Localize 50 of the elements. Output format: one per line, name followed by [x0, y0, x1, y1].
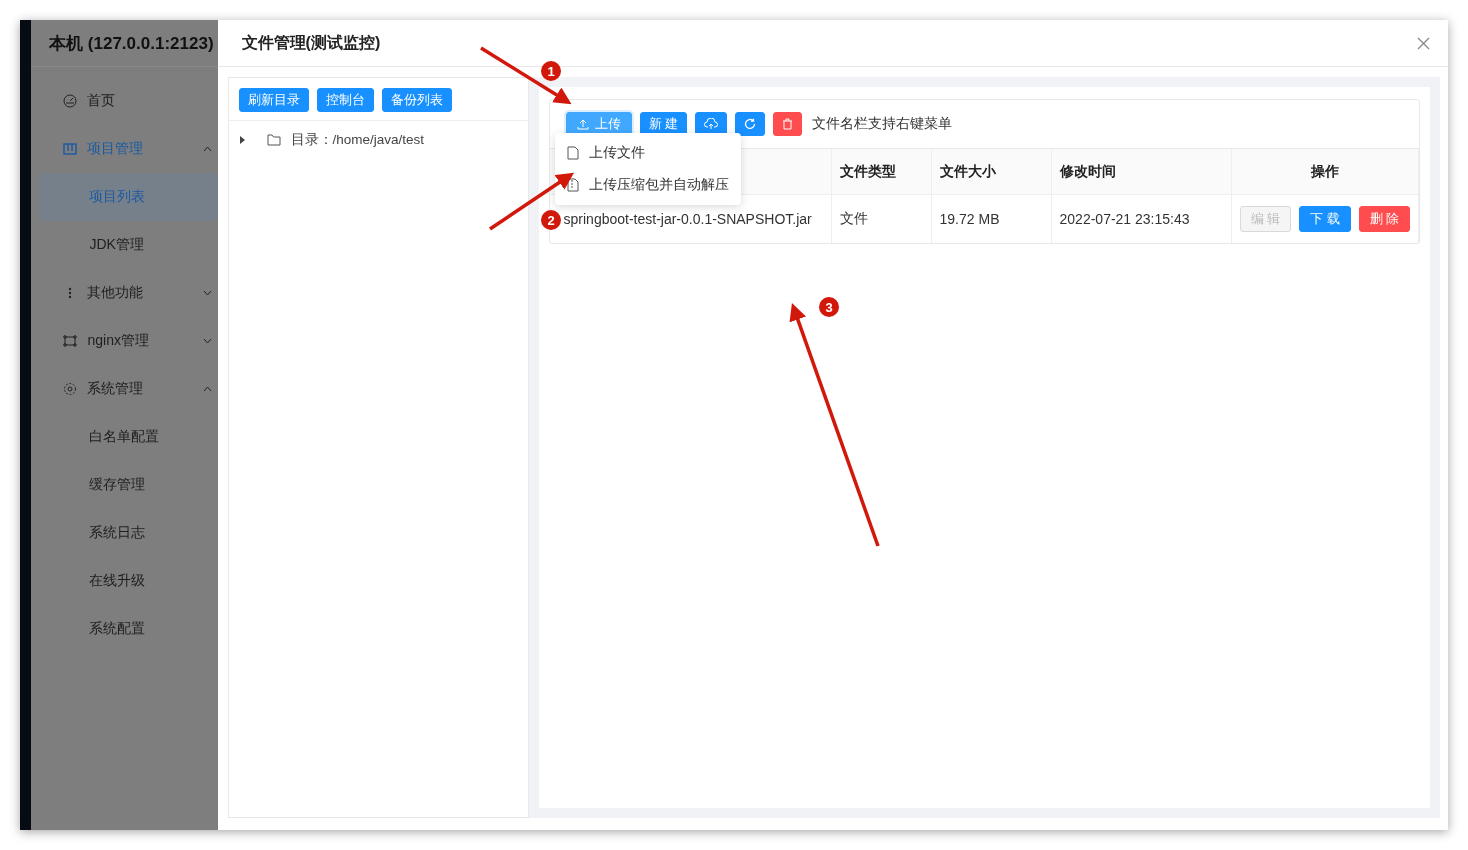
hint-text: 文件名栏支持右键菜单 [812, 115, 953, 133]
toolbar-button[interactable]: 刷新目录 [238, 88, 309, 112]
icon-button[interactable] [695, 112, 728, 136]
submenu-item[interactable]: 系统配置 [89, 620, 212, 638]
layout-icon [63, 142, 78, 156]
menu-item[interactable]: 其他功能 [87, 284, 193, 302]
menu-item[interactable]: 首页 [87, 92, 212, 110]
chevron-icon [202, 338, 212, 344]
file-icon [566, 146, 579, 160]
icon-button[interactable] [773, 112, 803, 136]
chevron-icon [202, 290, 212, 296]
chevron-icon [202, 386, 212, 392]
action-button[interactable]: 下 载 [1299, 206, 1351, 232]
tree-node[interactable]: 目录：/home/java/test [290, 131, 425, 149]
column-header: 文件大小 [931, 149, 1052, 195]
submenu-item[interactable]: JDK管理 [89, 236, 212, 254]
toolbar-button[interactable]: 备份列表 [381, 88, 452, 112]
table-cell: 2022-07-21 23:15:43 [1051, 195, 1232, 243]
delete-icon [782, 118, 794, 130]
action-button[interactable]: 删 除 [1358, 206, 1410, 232]
menu-option[interactable]: 上传文件 [554, 137, 741, 169]
chevron-icon [202, 146, 212, 152]
submenu-item[interactable]: 在线升级 [89, 572, 212, 590]
app-title: 本机 (127.0.0.1:2123) [31, 20, 218, 67]
submenu-item[interactable]: 系统日志 [89, 524, 212, 542]
column-header: 操作 [1231, 149, 1419, 195]
table-cell: 19.72 MB [931, 195, 1052, 243]
frame-icon [63, 334, 78, 348]
menu-item[interactable]: 系统管理 [87, 380, 193, 398]
toolbar-button[interactable]: 上传 [565, 112, 632, 136]
column-header: 文件类型 [831, 149, 932, 195]
submenu-item[interactable]: 缓存管理 [89, 476, 212, 494]
zip-file-icon [566, 178, 579, 192]
column-header: 修改时间 [1051, 149, 1232, 195]
toolbar-button[interactable]: 控制台 [316, 88, 374, 112]
folder-icon [266, 134, 281, 146]
table-cell: 文件 [831, 195, 932, 243]
close-icon[interactable] [1417, 36, 1430, 50]
upload-icon [576, 118, 589, 130]
icon-button[interactable] [735, 112, 766, 136]
dashboard-icon [63, 94, 78, 108]
cloud-upload-icon [704, 118, 719, 130]
dialog-title: 文件管理(测试监控) [241, 32, 381, 53]
more-icon [68, 287, 73, 299]
submenu-item[interactable]: 白名单配置 [89, 428, 212, 446]
expand-icon[interactable] [238, 136, 245, 144]
menu-item[interactable]: nginx管理 [87, 332, 193, 350]
refresh-icon [744, 118, 757, 130]
settings-icon [63, 382, 78, 396]
toolbar-button[interactable]: 新 建 [639, 112, 688, 136]
